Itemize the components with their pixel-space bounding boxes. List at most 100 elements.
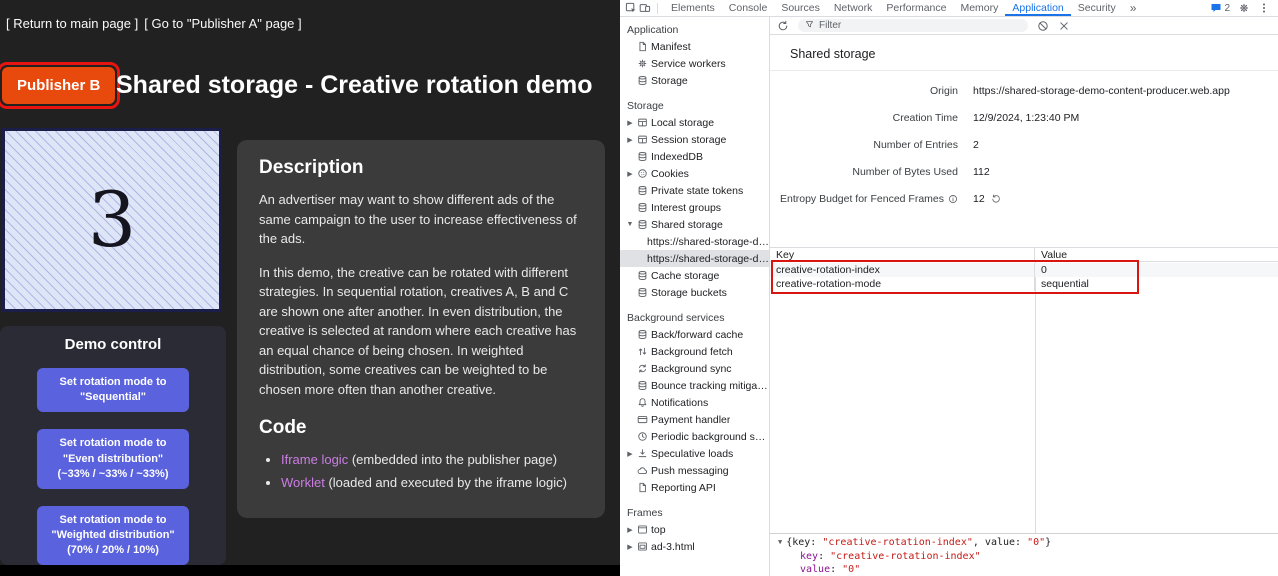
caret-expanded-icon[interactable]: ▼ <box>626 221 634 228</box>
sidebar-item-label: Back/forward cache <box>651 329 743 341</box>
code-link-iframe-logic[interactable]: Iframe logic <box>281 452 348 467</box>
table-header: KeyValue <box>770 247 1278 262</box>
sidebar-item-push-messaging[interactable]: Push messaging <box>620 462 769 479</box>
sidebar-item-background-sync[interactable]: Background sync <box>620 360 769 377</box>
heading-divider <box>770 70 1278 71</box>
meta-row-creation-time: Creation Time12/9/2024, 1:23:40 PM <box>770 104 1278 131</box>
devtools-window: ElementsConsoleSourcesNetworkPerformance… <box>620 0 1278 576</box>
filter-input[interactable]: Filter <box>798 19 1028 32</box>
sidebar-item-bounce-tracking-mitiga[interactable]: Bounce tracking mitiga… <box>620 377 769 394</box>
issues-badge[interactable]: 2 <box>1210 2 1230 14</box>
filter-placeholder: Filter <box>819 20 841 31</box>
sidebar-item-label: Local storage <box>651 117 714 129</box>
sidebar-item-top[interactable]: ▶top <box>620 521 769 538</box>
caret-collapsed-icon[interactable]: ▶ <box>626 450 634 458</box>
gear-icon[interactable] <box>1238 2 1250 14</box>
close-icon[interactable] <box>1058 20 1070 32</box>
meta-label: Entropy Budget for Fenced Frames <box>770 193 958 205</box>
nav-link-go-to-publisher-a-page[interactable]: [ Go to "Publisher A" page ] <box>144 16 301 31</box>
demo-control-panel: Demo control Set rotation mode to "Seque… <box>0 326 226 565</box>
meta-value-text: 12/9/2024, 1:23:40 PM <box>973 112 1079 124</box>
clear-all-icon[interactable] <box>1037 20 1049 32</box>
description-panel: Description An advertiser may want to sh… <box>237 140 605 518</box>
sidebar-item-local-storage[interactable]: ▶ Local storage <box>620 114 769 131</box>
sidebar-section-application: ApplicationManifestService workersStorag… <box>620 21 769 89</box>
sidebar-item-shared-storage[interactable]: ▼ Shared storage <box>620 216 769 233</box>
kebab-menu-icon[interactable] <box>1258 2 1270 14</box>
database-icon <box>637 151 648 162</box>
preview-summary[interactable]: ▼{key: "creative-rotation-index", value:… <box>778 536 1278 550</box>
sidebar-item-cache-storage[interactable]: Cache storage <box>620 267 769 284</box>
column-header-value[interactable]: Value <box>1035 248 1278 261</box>
caret-collapsed-icon[interactable]: ▶ <box>626 526 634 534</box>
database-icon <box>637 329 648 340</box>
rotation-mode-button-3[interactable]: Set rotation mode to "Weighted distribut… <box>37 506 189 565</box>
sync-icon <box>637 363 648 374</box>
tabbar-separator <box>657 3 658 14</box>
tab-console[interactable]: Console <box>722 0 775 16</box>
sidebar-item-payment-handler[interactable]: Payment handler <box>620 411 769 428</box>
inspect-icon[interactable] <box>625 2 637 14</box>
sidebar-item-storage-buckets[interactable]: Storage buckets <box>620 284 769 301</box>
sidebar-item-label: Interest groups <box>651 202 721 214</box>
tab-sources[interactable]: Sources <box>774 0 827 16</box>
document-icon <box>637 41 648 52</box>
sidebar-item-interest-groups[interactable]: Interest groups <box>620 199 769 216</box>
sidebar-item-background-fetch[interactable]: Background fetch <box>620 343 769 360</box>
caret-collapsed-icon[interactable]: ▶ <box>626 136 634 144</box>
rotation-mode-button-1[interactable]: Set rotation mode to "Sequential" <box>37 368 189 412</box>
sidebar-item-cookies[interactable]: ▶Cookies <box>620 165 769 182</box>
sidebar-item-manifest[interactable]: Manifest <box>620 38 769 55</box>
more-tabs-button[interactable]: » <box>1125 1 1142 15</box>
sidebar-item-label: Speculative loads <box>651 448 733 460</box>
refresh-icon[interactable] <box>777 20 789 32</box>
sidebar-item-reporting-api[interactable]: Reporting API <box>620 479 769 496</box>
code-heading: Code <box>259 417 583 439</box>
sidebar-item-label: https://shared-storage-d… <box>647 236 769 248</box>
caret-collapsed-icon[interactable]: ▶ <box>626 170 634 178</box>
sidebar-item-back-forward-cache[interactable]: Back/forward cache <box>620 326 769 343</box>
sidebar-item-private-state-tokens[interactable]: Private state tokens <box>620 182 769 199</box>
creative-ad-frame: 3 <box>2 128 222 312</box>
sidebar-item-label: Bounce tracking mitiga… <box>651 380 768 392</box>
reset-icon[interactable] <box>991 194 1001 204</box>
sidebar-item-speculative-loads[interactable]: ▶ Speculative loads <box>620 445 769 462</box>
meta-label: Number of Bytes Used <box>770 166 958 178</box>
sidebar-item-notifications[interactable]: Notifications <box>620 394 769 411</box>
iframe-icon <box>637 541 648 552</box>
tab-performance[interactable]: Performance <box>879 0 953 16</box>
publisher-b-button[interactable]: Publisher B <box>2 67 115 104</box>
sidebar-item-label: Shared storage <box>651 219 723 231</box>
sidebar-item-service-workers[interactable]: Service workers <box>620 55 769 72</box>
nav-link-return-to-main-page[interactable]: [ Return to main page ] <box>6 16 138 31</box>
sidebar-item-https-shared-storage-d[interactable]: https://shared-storage-d… <box>620 233 769 250</box>
expand-caret-icon[interactable]: ▼ <box>778 536 782 549</box>
tab-network[interactable]: Network <box>827 0 880 16</box>
table-icon <box>637 117 648 128</box>
device-toolbar-icon[interactable] <box>639 2 651 14</box>
sidebar-item-storage[interactable]: Storage <box>620 72 769 89</box>
code-link-worklet[interactable]: Worklet <box>281 475 325 490</box>
database-icon <box>637 185 648 196</box>
sidebar-item-https-shared-storage-d[interactable]: https://shared-storage-d… <box>620 250 769 267</box>
column-header-key[interactable]: Key <box>770 248 1035 261</box>
sidebar-section-frames: Frames▶top▶ad-3.html <box>620 504 769 555</box>
sidebar-item-periodic-background-s[interactable]: Periodic background s… <box>620 428 769 445</box>
tab-security[interactable]: Security <box>1071 0 1123 16</box>
table-row-creative-rotation-mode[interactable]: creative-rotation-modesequential <box>770 277 1278 291</box>
database-icon <box>637 75 648 86</box>
meta-row-number-of-bytes-used: Number of Bytes Used112 <box>770 158 1278 185</box>
table-row-creative-rotation-index[interactable]: creative-rotation-index0 <box>770 263 1278 277</box>
issues-count: 2 <box>1224 3 1230 14</box>
sidebar-item-label: Notifications <box>651 397 708 409</box>
tab-elements[interactable]: Elements <box>664 0 722 16</box>
tab-memory[interactable]: Memory <box>953 0 1005 16</box>
caret-collapsed-icon[interactable]: ▶ <box>626 119 634 127</box>
caret-collapsed-icon[interactable]: ▶ <box>626 543 634 551</box>
sidebar-item-ad-3-html[interactable]: ▶ad-3.html <box>620 538 769 555</box>
shared-storage-view: Shared storage Originhttps://shared-stor… <box>770 35 1278 533</box>
sidebar-item-session-storage[interactable]: ▶Session storage <box>620 131 769 148</box>
rotation-mode-button-2[interactable]: Set rotation mode to "Even distribution"… <box>37 429 189 489</box>
tab-application[interactable]: Application <box>1005 0 1070 16</box>
sidebar-item-indexeddb[interactable]: IndexedDB <box>620 148 769 165</box>
